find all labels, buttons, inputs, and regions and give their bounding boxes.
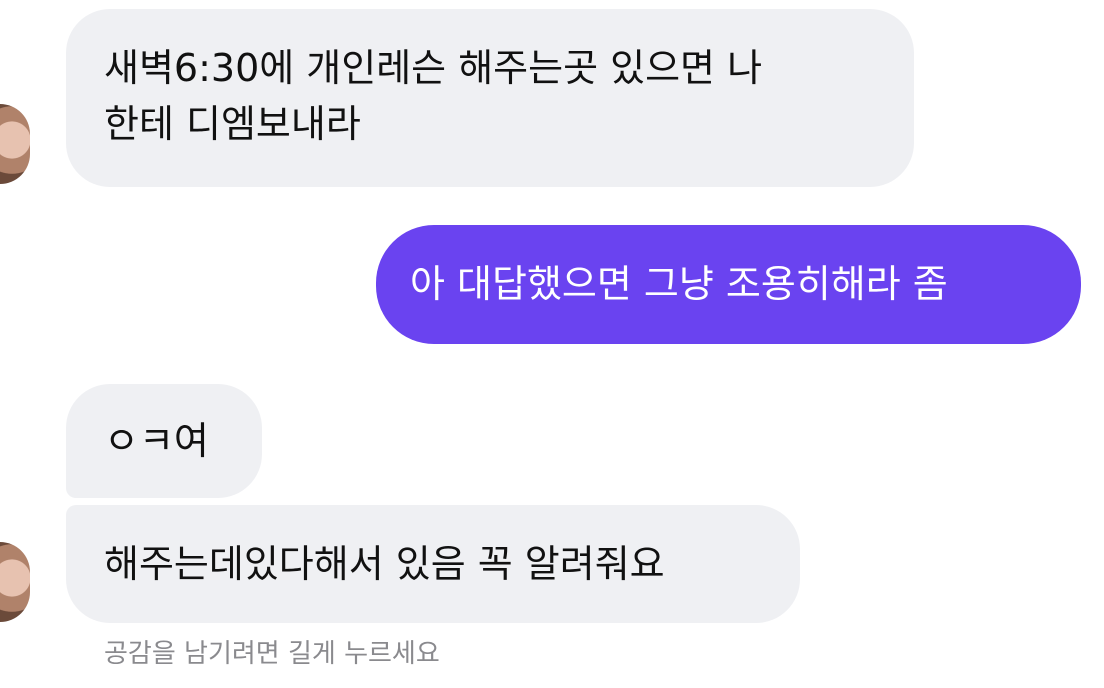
chat-thread: 새벽6:30에 개인레슨 해주는곳 있으면 나 한테 디엠보내라 아 대답했으면… xyxy=(0,0,1104,688)
reaction-hint-text: 공감을 남기려면 길게 누르세요 xyxy=(104,639,440,669)
avatar[interactable] xyxy=(0,104,30,184)
incoming-message-bubble[interactable]: 새벽6:30에 개인레슨 해주는곳 있으면 나 한테 디엠보내라 xyxy=(66,9,914,187)
outgoing-message-bubble[interactable]: 아 대답했으면 그냥 조용히해라 좀 xyxy=(376,225,1081,344)
incoming-message-bubble[interactable]: ㅇㅋ여 xyxy=(66,384,262,498)
avatar[interactable] xyxy=(0,542,30,622)
incoming-message-bubble[interactable]: 해주는데있다해서 있음 꼭 알려줘요 xyxy=(66,505,800,623)
